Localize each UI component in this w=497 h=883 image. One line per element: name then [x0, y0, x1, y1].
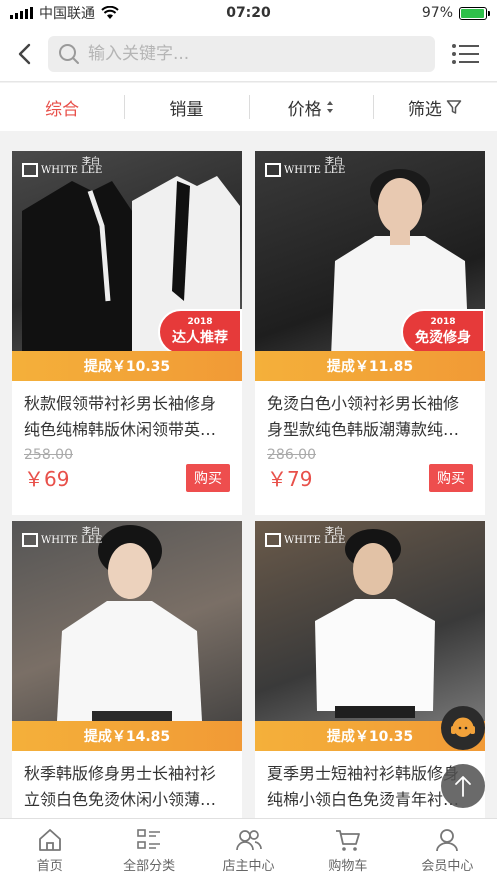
product-info: 免烫白色小领衬衫男长袖修身型款纯色韩版潮薄款纯… 286.00 ￥79 购买	[255, 381, 485, 515]
tab-label: 全部分类	[123, 859, 176, 874]
sale-price: ￥79	[267, 467, 313, 491]
price-row: ￥69 购买	[24, 463, 230, 492]
category-icon	[137, 829, 161, 849]
product-title[interactable]: 免烫白色小领衬衫男长袖修身型款纯色韩版潮薄款纯…	[267, 391, 473, 443]
product-card[interactable]: WHITE LEE 李白 2018 达人推荐 提成￥10.35 秋款假领带衬衫男…	[12, 151, 242, 515]
status-right: 97%	[328, 5, 490, 21]
brand-logo: WHITE LEE 李白	[265, 527, 345, 547]
tab-comprehensive[interactable]: 综合	[0, 83, 124, 131]
list-icon	[452, 43, 479, 64]
clock: 07:20	[226, 5, 271, 21]
product-title[interactable]: 秋款假领带衬衫男长袖修身纯色纯棉韩版休闲领带英…	[24, 391, 230, 443]
buy-button[interactable]: 购买	[429, 463, 473, 492]
customer-service-button[interactable]	[441, 706, 485, 750]
product-title[interactable]: 秋季韩版修身男士长袖衬衫立领白色免烫休闲小领薄…	[24, 761, 230, 813]
tab-price[interactable]: 价格	[248, 83, 373, 131]
brand-logo: WHITE LEE 李白	[265, 157, 345, 177]
tab-label: 筛选	[407, 99, 442, 120]
buy-button[interactable]: 购买	[186, 463, 230, 492]
product-image[interactable]: WHITE LEE 李白 2018 达人推荐 提成￥10.35	[12, 151, 242, 381]
tab-label: 会员中心	[421, 859, 474, 874]
sort-arrows-icon	[326, 101, 333, 113]
tab-cart[interactable]: 购物车	[298, 819, 397, 883]
signal-icon	[10, 7, 33, 19]
back-button[interactable]	[0, 26, 48, 82]
model-illustration	[57, 525, 202, 726]
product-image[interactable]: WHITE LEE 李白 提成￥14.85	[12, 521, 242, 751]
headset-icon	[451, 717, 475, 737]
tab-label: 销量	[169, 99, 204, 120]
chevron-left-icon	[18, 43, 31, 64]
search-input[interactable]	[88, 43, 408, 64]
product-image[interactable]: WHITE LEE 李白 2018 免烫修身 提成￥11.85	[255, 151, 485, 381]
original-price: 286.00	[267, 447, 316, 463]
search-header	[0, 26, 497, 82]
wifi-icon	[101, 6, 119, 19]
tab-label: 首页	[36, 859, 63, 874]
carrier-label: 中国联通	[39, 6, 95, 22]
tab-label: 价格	[287, 99, 322, 120]
status-left: 中国联通	[10, 3, 169, 23]
search-icon	[59, 43, 79, 64]
product-card[interactable]: WHITE LEE 李白 2018 免烫修身 提成￥11.85 免烫白色小领衬衫…	[255, 151, 485, 515]
search-box[interactable]	[48, 35, 435, 72]
tab-sales[interactable]: 销量	[124, 83, 248, 131]
cart-icon	[335, 830, 360, 851]
tab-label: 购物车	[328, 859, 368, 874]
home-icon	[38, 829, 61, 851]
promo-badge: 2018 达人推荐	[158, 309, 242, 355]
tab-shop-owner[interactable]: 店主中心	[199, 819, 298, 883]
tab-label: 店主中心	[222, 859, 275, 874]
tab-filter[interactable]: 筛选	[372, 83, 497, 131]
original-price: 258.00	[24, 447, 73, 463]
tab-home[interactable]: 首页	[0, 819, 99, 883]
back-to-top-button[interactable]	[441, 764, 485, 808]
brand-logo: WHITE LEE 李白	[22, 527, 102, 547]
product-info: 秋款假领带衬衫男长袖修身纯色纯棉韩版休闲领带英… 258.00 ￥69 购买	[12, 381, 242, 515]
promo-badge: 2018 免烫修身	[401, 309, 485, 355]
bottom-tab-bar: 首页 全部分类 店主中心 购物车 会员中心	[0, 818, 497, 883]
list-menu-button[interactable]	[435, 26, 497, 82]
member-icon	[436, 829, 459, 852]
commission-banner: 提成￥14.85	[12, 721, 242, 751]
battery-percent: 97%	[421, 5, 453, 21]
tab-label: 综合	[45, 99, 80, 120]
tab-all-categories[interactable]: 全部分类	[99, 819, 198, 883]
brand-logo: WHITE LEE 李白	[22, 157, 102, 177]
shop-owner-icon	[235, 830, 262, 851]
sale-price: ￥69	[24, 467, 70, 491]
price-row: ￥79 购买	[267, 463, 473, 492]
tab-member-center[interactable]: 会员中心	[398, 819, 497, 883]
filter-icon	[446, 100, 462, 114]
sort-bar: 综合 销量 价格 筛选	[0, 83, 497, 131]
battery-icon	[459, 6, 490, 20]
commission-banner: 提成￥10.35	[12, 351, 242, 381]
commission-banner: 提成￥11.85	[255, 351, 485, 381]
arrow-up-icon	[455, 776, 471, 797]
battery-fill	[461, 8, 485, 18]
status-bar: 中国联通 07:20 97%	[0, 0, 497, 26]
